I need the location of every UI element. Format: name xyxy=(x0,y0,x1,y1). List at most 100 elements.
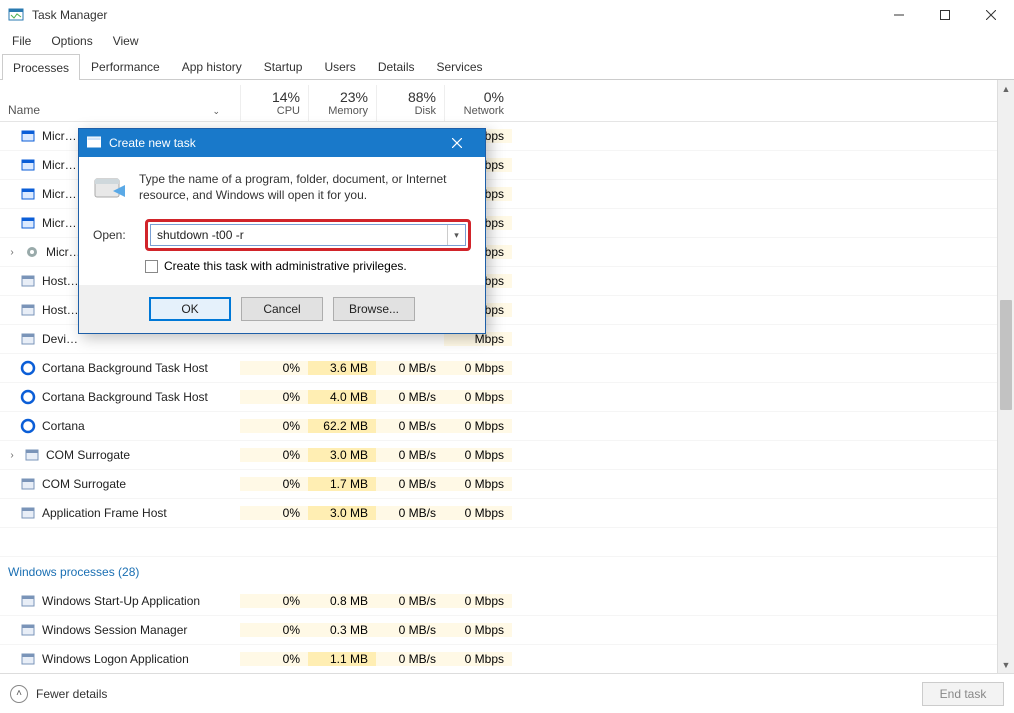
table-cell: 0% xyxy=(240,390,308,404)
process-icon xyxy=(20,157,36,173)
process-name: Cortana Background Task Host xyxy=(42,361,208,375)
open-label: Open: xyxy=(93,228,135,242)
column-header-name[interactable]: Name ⌄ xyxy=(0,99,240,121)
table-cell: 0 Mbps xyxy=(444,477,512,491)
run-program-icon xyxy=(93,171,127,205)
process-icon xyxy=(20,302,36,318)
admin-privileges-checkbox[interactable] xyxy=(145,260,158,273)
process-icon xyxy=(20,186,36,202)
table-row[interactable]: Cortana Background Task Host 0%4.0 MB0 MB… xyxy=(0,383,1014,412)
admin-privileges-label: Create this task with administrative pri… xyxy=(164,259,407,273)
table-cell: 4.0 MB xyxy=(308,390,376,404)
tab-strip: Processes Performance App history Startu… xyxy=(0,52,1014,80)
tab-processes[interactable]: Processes xyxy=(2,54,80,80)
process-icon xyxy=(24,244,40,260)
table-cell: 0% xyxy=(240,594,308,608)
table-cell: 0 MB/s xyxy=(376,477,444,491)
process-name: Micr… xyxy=(42,187,77,201)
cancel-button[interactable]: Cancel xyxy=(241,297,323,321)
window-maximize-button[interactable] xyxy=(922,0,968,30)
table-cell: 0% xyxy=(240,506,308,520)
scroll-down-arrow-icon[interactable]: ▼ xyxy=(998,656,1014,673)
open-combobox[interactable]: ▾ xyxy=(150,224,466,246)
expand-arrow-icon[interactable]: › xyxy=(6,247,18,258)
process-name: Devi… xyxy=(42,332,78,346)
table-cell: 0 MB/s xyxy=(376,652,444,666)
tab-users[interactable]: Users xyxy=(313,53,366,79)
table-row[interactable]: Cortana0%62.2 MB0 MB/s0 Mbps xyxy=(0,412,1014,441)
vertical-scrollbar[interactable]: ▲ ▼ xyxy=(997,80,1014,673)
footer-bar: ˄ Fewer details End task xyxy=(0,673,1014,713)
tab-startup[interactable]: Startup xyxy=(253,53,314,79)
process-name: Micr… xyxy=(46,245,81,259)
menu-options[interactable]: Options xyxy=(43,32,100,50)
table-cell: 62.2 MB xyxy=(308,419,376,433)
fewer-details-label: Fewer details xyxy=(36,687,107,701)
process-name: Cortana Background Task Host xyxy=(42,390,208,404)
table-row[interactable]: Windows Start-Up Application0%0.8 MB0 MB… xyxy=(0,587,1014,616)
table-cell: 0% xyxy=(240,477,308,491)
table-row[interactable]: Cortana Background Task Host0%3.6 MB0 MB… xyxy=(0,354,1014,383)
column-header-network[interactable]: 0% Network xyxy=(444,85,512,121)
table-row[interactable]: ›COM Surrogate0%3.0 MB0 MB/s0 Mbps xyxy=(0,441,1014,470)
group-header-windows-processes[interactable]: Windows processes (28) xyxy=(0,557,1014,587)
tab-services[interactable]: Services xyxy=(426,53,494,79)
table-row[interactable]: Windows Logon Application0%1.1 MB0 MB/s0… xyxy=(0,645,1014,673)
table-cell: Mbps xyxy=(444,332,512,346)
table-cell: 0% xyxy=(240,448,308,462)
column-header-cpu[interactable]: 14% CPU xyxy=(240,85,308,121)
dialog-description: Type the name of a program, folder, docu… xyxy=(139,171,471,203)
table-row[interactable]: Windows Session Manager0%0.3 MB0 MB/s0 M… xyxy=(0,616,1014,645)
end-task-button[interactable]: End task xyxy=(922,682,1004,706)
tab-performance[interactable]: Performance xyxy=(80,53,171,79)
table-cell: 0 Mbps xyxy=(444,594,512,608)
fewer-details-button[interactable]: ˄ Fewer details xyxy=(10,685,107,703)
window-title: Task Manager xyxy=(32,8,107,22)
column-header-name-label: Name xyxy=(8,103,40,117)
sort-caret-icon: ⌄ xyxy=(212,106,232,117)
process-icon xyxy=(20,273,36,289)
menu-file[interactable]: File xyxy=(4,32,39,50)
column-header-memory[interactable]: 23% Memory xyxy=(308,85,376,121)
open-input[interactable] xyxy=(151,228,447,242)
run-dialog-icon xyxy=(87,135,101,152)
disk-percent: 88% xyxy=(377,89,436,105)
table-row[interactable]: Application Frame Host0%3.0 MB0 MB/s0 Mb… xyxy=(0,499,1014,528)
table-cell: 3.0 MB xyxy=(308,506,376,520)
table-cell: 0 Mbps xyxy=(444,390,512,404)
process-name: COM Surrogate xyxy=(42,477,126,491)
memory-label: Memory xyxy=(309,105,368,117)
table-spacer xyxy=(0,528,1014,557)
process-name: Micr… xyxy=(42,158,77,172)
open-field-highlight: ▾ xyxy=(145,219,471,251)
expand-arrow-icon[interactable]: › xyxy=(6,450,18,461)
table-cell: 0% xyxy=(240,652,308,666)
table-header: Name ⌄ 14% CPU 23% Memory 88% Disk 0% Ne… xyxy=(0,80,1014,122)
process-name: Host… xyxy=(42,274,79,288)
dialog-close-button[interactable] xyxy=(437,129,477,157)
ok-button[interactable]: OK xyxy=(149,297,231,321)
process-icon xyxy=(20,622,36,638)
tab-app-history[interactable]: App history xyxy=(171,53,253,79)
table-cell: 0 MB/s xyxy=(376,390,444,404)
process-name: COM Surrogate xyxy=(46,448,130,462)
process-name: Micr… xyxy=(42,216,77,230)
table-cell: 0 Mbps xyxy=(444,419,512,433)
group-header-label: Windows processes (28) xyxy=(8,565,139,579)
scroll-thumb[interactable] xyxy=(1000,300,1012,410)
browse-button[interactable]: Browse... xyxy=(333,297,415,321)
table-cell: 0% xyxy=(240,419,308,433)
chevron-down-icon[interactable]: ▾ xyxy=(447,225,465,245)
menu-view[interactable]: View xyxy=(105,32,147,50)
column-header-disk[interactable]: 88% Disk xyxy=(376,85,444,121)
tab-details[interactable]: Details xyxy=(367,53,426,79)
table-row[interactable]: COM Surrogate0%1.7 MB0 MB/s0 Mbps xyxy=(0,470,1014,499)
table-cell: 0 MB/s xyxy=(376,361,444,375)
window-close-button[interactable] xyxy=(968,0,1014,30)
table-cell: 0 Mbps xyxy=(444,448,512,462)
scroll-up-arrow-icon[interactable]: ▲ xyxy=(998,80,1014,97)
window-minimize-button[interactable] xyxy=(876,0,922,30)
close-icon xyxy=(452,138,462,148)
table-cell: 0 MB/s xyxy=(376,506,444,520)
table-cell: 0 MB/s xyxy=(376,623,444,637)
